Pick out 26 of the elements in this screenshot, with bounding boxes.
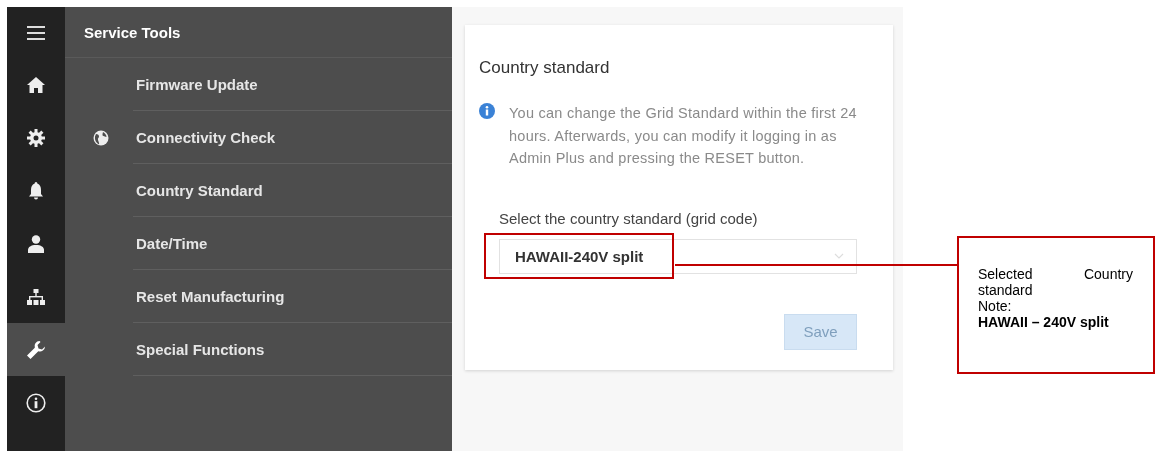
bell-icon [29, 181, 43, 200]
menu-item[interactable]: Special Functions [136, 341, 265, 358]
country-select[interactable]: HAWAII-240V split [499, 238, 857, 274]
info-icon [479, 103, 495, 119]
caret-icon [834, 253, 844, 259]
info-text: You can change the Grid Standard within the first 24 hours. Afterwards, you can modify it logging in as Admin Plus and pressing the RESET button. [509, 104, 857, 168]
sitemap-icon [27, 288, 45, 305]
field-label: Select the country standard (grid code) [499, 209, 759, 227]
user-icon [28, 234, 44, 253]
wrench-icon [27, 340, 45, 359]
callout-text: Selected Country standard [978, 266, 1133, 298]
menu-title: Service Tools [84, 23, 181, 41]
menu-item[interactable]: Connectivity Check [136, 129, 276, 146]
note-text: HAWAII – 240V split [978, 314, 1110, 330]
menu-icon[interactable] [27, 25, 45, 40]
card-title: Country standard [479, 58, 611, 78]
menu-item[interactable]: Date/Time [136, 235, 208, 252]
settings-icon [27, 128, 45, 147]
info-icon [26, 392, 46, 413]
menu-item[interactable]: Firmware Update [136, 76, 258, 93]
menu-item[interactable]: Reset Manufacturing [136, 288, 285, 305]
note-label: Note: [978, 298, 1013, 314]
nav-rail-item[interactable] [7, 323, 65, 376]
menu-item[interactable]: Country Standard [136, 182, 263, 199]
globe-icon [92, 129, 109, 146]
home-icon [27, 76, 45, 93]
